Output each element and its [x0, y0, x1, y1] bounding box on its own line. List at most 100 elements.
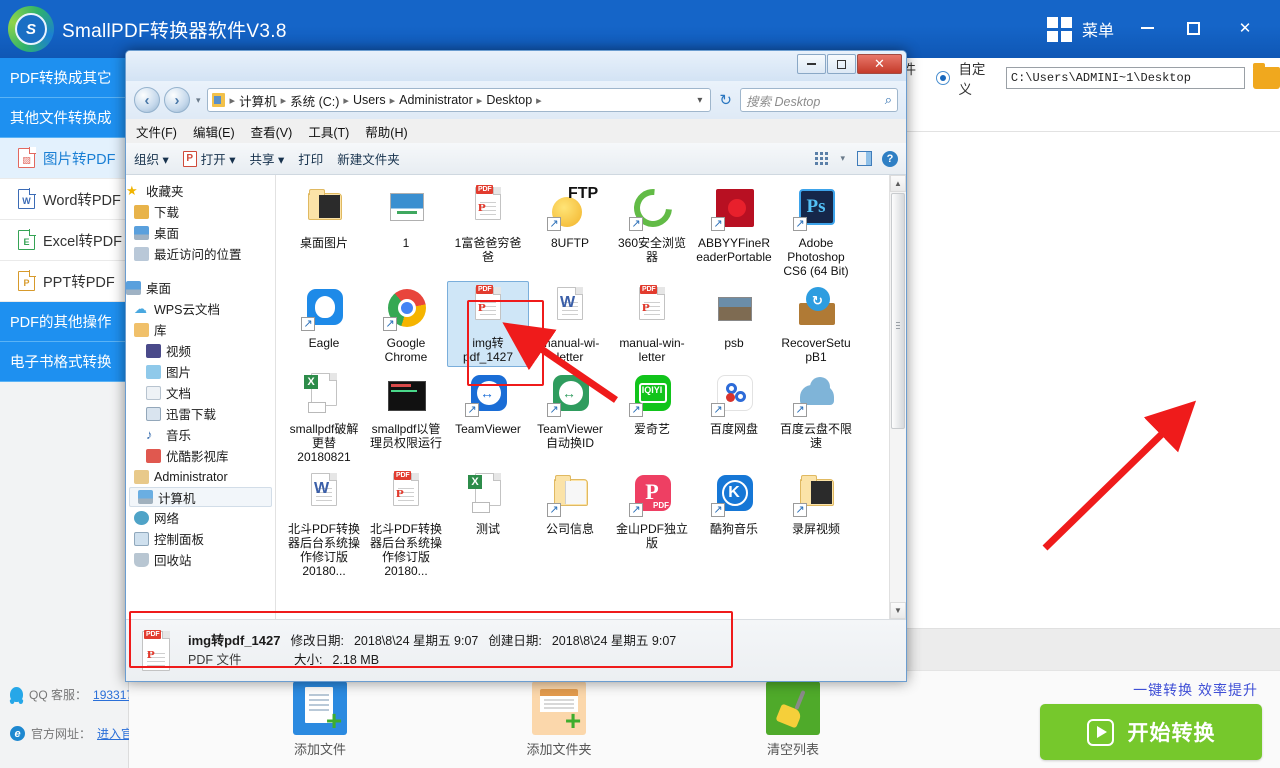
file-item-manual-win-letter[interactable]: PDF ᴘ manual-win-letter	[611, 281, 693, 367]
nav-item-desktop-root[interactable]: 桌面	[126, 277, 275, 298]
nav-item-computer[interactable]: 计算机	[129, 487, 272, 507]
file-item-recoversetup[interactable]: ↻ RecoverSetupB1	[775, 281, 857, 367]
file-item-abbyy[interactable]: ↗ ABBYYFineReaderPortable	[693, 181, 775, 281]
app-maximize-button[interactable]	[1176, 12, 1210, 44]
file-item-test-excel[interactable]: X 测试	[447, 467, 529, 581]
file-item-rich-dad-pdf[interactable]: PDF ᴘ 1富爸爸穷爸爸	[447, 181, 529, 281]
nav-item-recycle-bin[interactable]: 回收站	[126, 549, 275, 570]
file-item-smallpdf-crack[interactable]: X smallpdf破解更替20180821	[283, 367, 365, 467]
file-item-teamviewer[interactable]: ↔ ↗ TeamViewer	[447, 367, 529, 467]
file-list-scrollbar[interactable]: ▲ ▼	[889, 175, 906, 619]
file-item-desktop-pictures[interactable]: 桌面图片	[283, 181, 365, 281]
scrollbar-thumb[interactable]	[891, 193, 905, 429]
toolbar-open[interactable]: P 打开 ▾	[182, 149, 236, 168]
toolbar-organize[interactable]: 组织 ▾	[134, 149, 169, 168]
file-item-screen-record-videos[interactable]: ↗ 录屏视频	[775, 467, 857, 581]
sidebar-item-excel-to-pdf[interactable]: E Excel转PDF	[0, 220, 128, 261]
nav-item-administrator[interactable]: Administrator	[126, 466, 275, 487]
nav-item-music[interactable]: ♪ 音乐	[126, 424, 275, 445]
menu-tools[interactable]: 工具(T)	[308, 122, 349, 141]
nav-item-xunlei[interactable]: 迅雷下载	[126, 403, 275, 424]
file-item-company-info[interactable]: ↗ 公司信息	[529, 467, 611, 581]
file-item-baidu-netdisk[interactable]: ↗ 百度网盘	[693, 367, 775, 467]
explorer-close-button[interactable]: ✕	[857, 54, 902, 74]
file-item-chrome[interactable]: ↗ Google Chrome	[365, 281, 447, 367]
back-button[interactable]: ‹	[134, 87, 160, 113]
breadcrumb-system-c[interactable]: 系统 (C:)	[288, 90, 341, 111]
file-item-iqiyi[interactable]: IQIYI ↗ 爱奇艺	[611, 367, 693, 467]
file-item-eagle[interactable]: ↗ Eagle	[283, 281, 365, 367]
file-item-photoshop[interactable]: Ps ↗ Adobe Photoshop CS6 (64 Bit)	[775, 181, 857, 281]
start-convert-button[interactable]: 开始转换	[1040, 704, 1262, 760]
file-item-manual-wi-letter[interactable]: W manual-wi-letter	[529, 281, 611, 367]
address-bar[interactable]: ▸ 计算机 ▸ 系统 (C:) ▸ Users ▸ Administrator …	[206, 88, 712, 112]
breadcrumb-computer[interactable]: 计算机	[237, 90, 279, 111]
nav-item-control-panel[interactable]: 控制面板	[126, 528, 275, 549]
file-item-360-browser[interactable]: ↗ 360安全浏览器	[611, 181, 693, 281]
view-dropdown-icon[interactable]: ▾	[840, 153, 845, 164]
scroll-down-arrow[interactable]: ▼	[890, 602, 906, 619]
app-minimize-button[interactable]	[1130, 12, 1164, 44]
breadcrumb-administrator[interactable]: Administrator	[397, 92, 475, 108]
nav-item-youku[interactable]: 优酷影视库	[126, 445, 275, 466]
menu-help[interactable]: 帮助(H)	[365, 122, 407, 141]
add-file-button[interactable]: + 添加文件	[265, 681, 375, 758]
sidebar-group-pdf-other-ops[interactable]: PDF的其他操作	[0, 302, 128, 342]
toolbar-new-folder[interactable]: 新建文件夹	[337, 149, 400, 168]
nav-item-pictures[interactable]: 图片	[126, 361, 275, 382]
nav-item-favorites[interactable]: ★ 收藏夹	[126, 180, 275, 201]
file-item-img-to-pdf-1427[interactable]: PDF ᴘ img转pdf_1427	[447, 281, 529, 367]
explorer-minimize-button[interactable]	[797, 54, 826, 74]
nav-item-network[interactable]: 网络	[126, 507, 275, 528]
scroll-up-arrow[interactable]: ▲	[890, 175, 906, 192]
output-path-input[interactable]: C:\Users\ADMINI~1\Desktop	[1005, 66, 1245, 89]
help-icon[interactable]: ?	[882, 150, 898, 167]
add-folder-button[interactable]: + 添加文件夹	[504, 681, 614, 758]
address-dropdown-icon[interactable]: ▾	[697, 95, 706, 106]
refresh-icon[interactable]: ↻	[715, 91, 736, 109]
file-item-1[interactable]: 1	[365, 181, 447, 281]
toolbar-print[interactable]: 打印	[298, 149, 323, 168]
file-item-psb[interactable]: psb	[693, 281, 775, 367]
search-input[interactable]: 搜索 Desktop	[746, 91, 885, 110]
custom-output-radio[interactable]	[936, 70, 951, 85]
explorer-maximize-button[interactable]	[827, 54, 856, 74]
change-view-icon[interactable]	[815, 152, 829, 165]
breadcrumb-users[interactable]: Users	[351, 92, 388, 108]
sidebar-group-ebook-convert[interactable]: 电子书格式转换	[0, 342, 128, 382]
file-item-smallpdf-admin[interactable]: smallpdf以管理员权限运行	[365, 367, 447, 467]
sidebar-item-image-to-pdf[interactable]: ▨ 图片转PDF	[0, 138, 128, 179]
sidebar-group-other-to-pdf[interactable]: 其他文件转换成	[0, 98, 128, 138]
nav-item-videos[interactable]: 视频	[126, 340, 275, 361]
file-item-beidou-doc-word[interactable]: W 北斗PDF转换器后台系统操作修订版20180...	[283, 467, 365, 581]
file-item-teamviewer-auto-id[interactable]: ↔ ↗ TeamViewer自动换ID	[529, 367, 611, 467]
menu-button[interactable]: 菜单	[1046, 13, 1114, 45]
history-dropdown-icon[interactable]: ▾	[196, 95, 201, 106]
explorer-search-box[interactable]: 搜索 Desktop ⌕	[740, 88, 898, 112]
nav-item-recent-places[interactable]: 最近访问的位置	[126, 243, 275, 264]
preview-pane-icon[interactable]	[857, 151, 872, 166]
breadcrumb-desktop[interactable]: Desktop	[484, 92, 534, 108]
forward-button[interactable]: ›	[164, 87, 190, 113]
menu-view[interactable]: 查看(V)	[251, 122, 293, 141]
browse-folder-button[interactable]	[1252, 62, 1280, 89]
sidebar-group-pdf-to-other[interactable]: PDF转换成其它	[0, 58, 128, 98]
nav-item-wps-cloud[interactable]: ☁ WPS云文档	[126, 298, 275, 319]
sidebar-item-word-to-pdf[interactable]: W Word转PDF	[0, 179, 128, 220]
nav-item-downloads[interactable]: 下载	[126, 201, 275, 222]
menu-file[interactable]: 文件(F)	[136, 122, 177, 141]
toolbar-share[interactable]: 共享 ▾	[250, 149, 285, 168]
nav-item-libraries[interactable]: 库	[126, 319, 275, 340]
nav-item-desktop[interactable]: 桌面	[126, 222, 275, 243]
clear-list-button[interactable]: 清空列表	[738, 681, 848, 758]
sidebar-item-ppt-to-pdf[interactable]: P PPT转PDF	[0, 261, 128, 302]
file-item-kugou-music[interactable]: K ↗ 酷狗音乐	[693, 467, 775, 581]
file-item-8uftp[interactable]: FTP ↗ 8UFTP	[529, 181, 611, 281]
app-close-button[interactable]: ✕	[1228, 12, 1262, 44]
nav-item-documents[interactable]: 文档	[126, 382, 275, 403]
file-item-kingsoft-pdf[interactable]: P PDF ↗ 金山PDF独立版	[611, 467, 693, 581]
file-item-beidou-doc-pdf[interactable]: PDF ᴘ 北斗PDF转换器后台系统操作修订版20180...	[365, 467, 447, 581]
control-panel-icon	[134, 531, 149, 546]
menu-edit[interactable]: 编辑(E)	[193, 122, 235, 141]
file-item-baidu-cloud-unlimited[interactable]: ↗ 百度云盘不限速	[775, 367, 857, 467]
